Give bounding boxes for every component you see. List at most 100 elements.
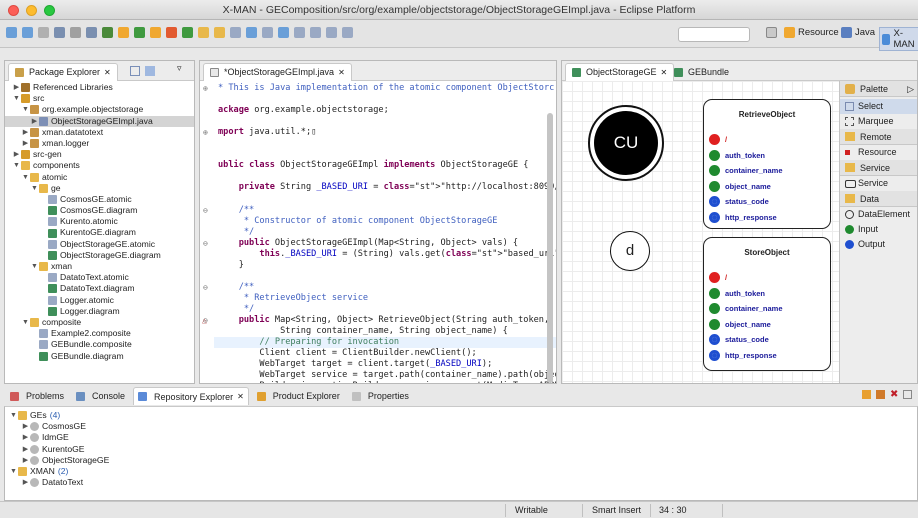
bottom-view-actions[interactable]: ✖ bbox=[862, 390, 913, 400]
expand-fold-icon[interactable]: ⊕ bbox=[203, 83, 208, 94]
repository-item[interactable]: ▶ DatatoText bbox=[5, 477, 917, 488]
tab-package-explorer[interactable]: Package Explorer ✕ bbox=[8, 63, 118, 81]
code-area[interactable]: ⊕ * This is Java implementation of the at… bbox=[200, 81, 556, 383]
twisty-icon[interactable]: ▶ bbox=[21, 421, 30, 432]
component-port[interactable]: status_code bbox=[709, 196, 769, 207]
tree-item[interactable]: Example2.composite bbox=[5, 328, 194, 339]
tree-item[interactable]: ▼ atomic bbox=[5, 172, 194, 183]
palette-drawer-service[interactable]: Service bbox=[840, 160, 917, 176]
add-icon[interactable] bbox=[862, 390, 871, 399]
window-controls[interactable] bbox=[8, 5, 55, 16]
twisty-icon[interactable]: ▶ bbox=[21, 432, 30, 443]
toolbar-tool-icon[interactable] bbox=[310, 27, 321, 38]
perspective-java[interactable]: Java bbox=[841, 27, 875, 38]
tree-item[interactable]: DatatoText.atomic bbox=[5, 272, 194, 283]
tree-item[interactable]: ▼ xman bbox=[5, 261, 194, 272]
tree-item[interactable]: GEBundle.composite bbox=[5, 339, 194, 350]
toolbar-tool-icon[interactable] bbox=[86, 27, 97, 38]
toolbar-tool-icon[interactable] bbox=[326, 27, 337, 38]
tab-objectstoragege-diagram[interactable]: ObjectStorageGE ✕ bbox=[565, 63, 675, 81]
repository-item[interactable]: ▼ XMAN (2) bbox=[5, 466, 917, 477]
twisty-icon[interactable]: ▼ bbox=[12, 160, 21, 171]
tree-item[interactable]: ObjectStorageGE.atomic bbox=[5, 239, 194, 250]
component-port[interactable]: auth_token bbox=[709, 287, 765, 299]
view-menu-icon[interactable]: ▿ bbox=[177, 63, 182, 74]
collapse-fold-icon[interactable]: ⊖ bbox=[203, 282, 208, 293]
palette-header[interactable]: Palette ▷ bbox=[840, 81, 917, 97]
palette-input-tool[interactable]: Input bbox=[840, 222, 917, 237]
toolbar-tool-icon[interactable] bbox=[214, 27, 225, 38]
palette-marquee-tool[interactable]: Marquee bbox=[840, 114, 917, 129]
collapse-all-icon[interactable] bbox=[130, 66, 140, 76]
repository-item[interactable]: ▶ ObjectStorageGE bbox=[5, 455, 917, 466]
tree-item[interactable]: ObjectStorageGE.diagram bbox=[5, 250, 194, 261]
tab-console[interactable]: Console bbox=[72, 387, 129, 405]
collapse-fold-icon[interactable]: ⊖ bbox=[203, 205, 208, 216]
component-port[interactable]: container_name bbox=[709, 165, 783, 176]
open-perspective-button[interactable] bbox=[766, 27, 777, 38]
tree-item[interactable]: CosmosGE.atomic bbox=[5, 194, 194, 205]
link-editor-icon[interactable] bbox=[145, 66, 155, 76]
toolbar-tool-icon[interactable] bbox=[198, 27, 209, 38]
twisty-icon[interactable]: ▶ bbox=[12, 149, 21, 160]
palette-select-tool[interactable]: Select bbox=[840, 99, 917, 114]
tab-java-file[interactable]: *ObjectStorageGEImpl.java ✕ bbox=[203, 63, 352, 81]
retrieveobject-component[interactable]: RetrieveObject / auth_token container_name… bbox=[703, 99, 831, 229]
maximize-icon[interactable] bbox=[44, 5, 55, 16]
twisty-icon[interactable]: ▶ bbox=[21, 127, 30, 138]
twisty-icon[interactable]: ▶ bbox=[12, 82, 21, 93]
quick-access-field[interactable] bbox=[678, 27, 750, 42]
twisty-icon[interactable]: ▶ bbox=[21, 444, 30, 455]
twisty-icon[interactable]: ▼ bbox=[21, 104, 30, 115]
twisty-icon[interactable]: ▼ bbox=[12, 93, 21, 104]
close-tab-icon[interactable]: ✕ bbox=[338, 64, 345, 81]
twisty-icon[interactable]: ▼ bbox=[9, 410, 18, 421]
toolbar-tool-icon[interactable] bbox=[6, 27, 17, 38]
tree-item[interactable]: ▼ composite bbox=[5, 317, 194, 328]
twisty-icon[interactable]: ▶ bbox=[21, 138, 30, 149]
package-tree[interactable]: ▶ Referenced Libraries ▼ src ▼ org.example.ob… bbox=[5, 81, 194, 383]
close-tab-icon[interactable]: ✕ bbox=[237, 392, 244, 401]
component-port[interactable]: object_name bbox=[709, 318, 771, 330]
tree-item[interactable]: ▶ src-gen bbox=[5, 149, 194, 160]
tree-item[interactable]: DatatoText.diagram bbox=[5, 283, 194, 294]
twisty-icon[interactable]: ▶ bbox=[21, 477, 30, 488]
tree-item[interactable]: ▼ components bbox=[5, 160, 194, 171]
tree-item[interactable]: ▶ Referenced Libraries bbox=[5, 82, 194, 93]
tree-item[interactable]: Kurento.atomic bbox=[5, 216, 194, 227]
tree-item[interactable]: Logger.atomic bbox=[5, 295, 194, 306]
storeobject-component[interactable]: StoreObject / auth_token container_name obj… bbox=[703, 237, 831, 371]
refresh-icon[interactable] bbox=[903, 390, 913, 399]
twisty-icon[interactable]: ▼ bbox=[30, 261, 39, 272]
toolbar-tool-icon[interactable] bbox=[38, 27, 49, 38]
palette-drawer-data[interactable]: Data bbox=[840, 191, 917, 207]
toolbar-tool-icon[interactable] bbox=[118, 27, 129, 38]
twisty-icon[interactable]: ▶ bbox=[21, 455, 30, 466]
perspective-resource[interactable]: Resource bbox=[784, 27, 839, 38]
tree-item[interactable]: ▶ ObjectStorageGEImpl.java bbox=[5, 115, 194, 127]
tab-gebundle-diagram[interactable]: GEBundle bbox=[668, 63, 735, 81]
cu-connector[interactable]: CU bbox=[588, 105, 664, 181]
twisty-icon[interactable]: ▼ bbox=[21, 172, 30, 183]
tab-repository-explorer[interactable]: Repository Explorer ✕ bbox=[133, 387, 249, 405]
repository-item[interactable]: ▶ IdmGE bbox=[5, 432, 917, 443]
component-port[interactable]: / bbox=[709, 134, 727, 145]
tree-item[interactable]: ▶ xman.logger bbox=[5, 138, 194, 149]
toolbar-tool-icon[interactable] bbox=[150, 27, 161, 38]
twisty-icon[interactable]: ▼ bbox=[30, 183, 39, 194]
palette-drawer-remote[interactable]: Remote bbox=[840, 129, 917, 145]
toolbar-tool-icon[interactable] bbox=[134, 27, 145, 38]
tab-problems[interactable]: Problems bbox=[6, 387, 68, 405]
collapse-fold-icon[interactable]: ⊖ bbox=[203, 238, 208, 249]
toolbar-tool-icon[interactable] bbox=[294, 27, 305, 38]
toolbar-tool-icon[interactable] bbox=[262, 27, 273, 38]
close-tab-icon[interactable]: ✕ bbox=[104, 64, 111, 81]
d-connector[interactable]: d bbox=[610, 231, 650, 271]
tab-product-explorer[interactable]: Product Explorer bbox=[253, 387, 344, 405]
minimize-icon[interactable] bbox=[26, 5, 37, 16]
editor-scrollbar[interactable] bbox=[547, 113, 553, 383]
repository-item[interactable]: ▶ CosmosGE bbox=[5, 421, 917, 432]
component-port[interactable]: http_response bbox=[709, 211, 777, 223]
edit-icon[interactable] bbox=[876, 390, 885, 399]
component-port[interactable]: container_name bbox=[709, 303, 783, 314]
